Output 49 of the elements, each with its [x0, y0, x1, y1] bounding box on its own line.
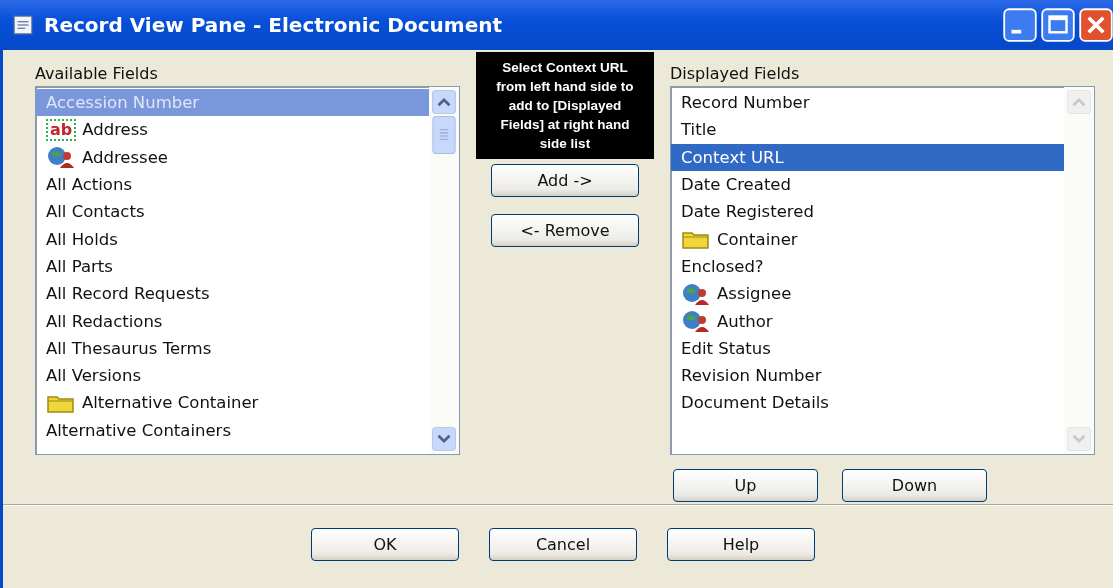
list-item[interactable]: Revision Number	[671, 361, 1064, 390]
list-item[interactable]: All Record Requests	[36, 280, 429, 308]
list-item[interactable]: Alternative Container	[36, 389, 429, 417]
field-list[interactable]: Record Number Title Context URL Date Created Date Registered Container Enclosed? Assignee Author Edit Status Revision Number Document Details	[670, 86, 1095, 455]
close-button[interactable]	[1079, 8, 1113, 42]
list-item[interactable]: Container	[671, 225, 1064, 253]
dialog-button[interactable]: Help	[667, 528, 815, 561]
list-item[interactable]: Author	[671, 307, 1064, 335]
list-item[interactable]: Addressee	[36, 143, 429, 171]
field-list[interactable]: Accession Number ab Address Addressee All Actions All Contacts All Holds All Parts All Record Requests All Redactions All Thesaurus Terms All Versions Alternative Container Alternative Containers	[35, 86, 460, 455]
list-item[interactable]: All Redactions	[36, 307, 429, 335]
move-button[interactable]: Add ->	[491, 164, 639, 197]
text-field-icon: ab	[46, 118, 77, 141]
scrollbar[interactable]	[429, 87, 459, 454]
list-label: Available Fields	[35, 64, 159, 85]
list-item[interactable]: All Versions	[36, 361, 429, 390]
list-item[interactable]: All Actions	[36, 170, 429, 199]
list-item[interactable]: Alternative Containers	[36, 416, 429, 444]
list-item[interactable]: Assignee	[671, 280, 1064, 308]
maximize-button[interactable]	[1041, 8, 1075, 42]
list-item[interactable]: Record Number	[671, 89, 1064, 117]
list-label: Displayed Fields	[670, 64, 801, 85]
window-title: Record View Pane - Electronic Document	[44, 13, 503, 37]
list-item[interactable]: Document Details	[671, 389, 1064, 417]
scroll-down-icon[interactable]	[432, 427, 456, 451]
list-item[interactable]: ab Address	[36, 116, 429, 144]
instruction-callout: Select Context URL from left hand side to add to [Displayed Fields] at right hand side list	[476, 52, 654, 159]
dialog-button[interactable]: Cancel	[489, 528, 637, 561]
list-item[interactable]: Date Created	[671, 170, 1064, 199]
order-button[interactable]: Up	[673, 469, 818, 502]
list-item[interactable]: Date Registered	[671, 198, 1064, 226]
people-icon	[681, 310, 711, 332]
people-icon	[46, 146, 76, 169]
order-button[interactable]: Down	[842, 469, 987, 502]
list-item[interactable]: All Contacts	[36, 198, 429, 226]
list-item[interactable]: All Thesaurus Terms	[36, 334, 429, 362]
list-item[interactable]: Enclosed?	[671, 252, 1064, 281]
document-icon	[12, 14, 34, 36]
list-item[interactable]: Edit Status	[671, 334, 1064, 362]
dialog-button[interactable]: OK	[311, 528, 459, 561]
scroll-up-icon[interactable]	[432, 90, 456, 114]
list-item[interactable]: All Holds	[36, 225, 429, 253]
minimize-button[interactable]	[1003, 8, 1037, 42]
scroll-thumb[interactable]	[432, 116, 456, 154]
list-item[interactable]: All Parts	[36, 252, 429, 281]
list-item[interactable]: Title	[671, 116, 1064, 144]
people-icon	[681, 282, 711, 305]
move-button[interactable]: <- Remove	[491, 214, 639, 247]
list-item[interactable]: Context URL	[671, 143, 1064, 171]
